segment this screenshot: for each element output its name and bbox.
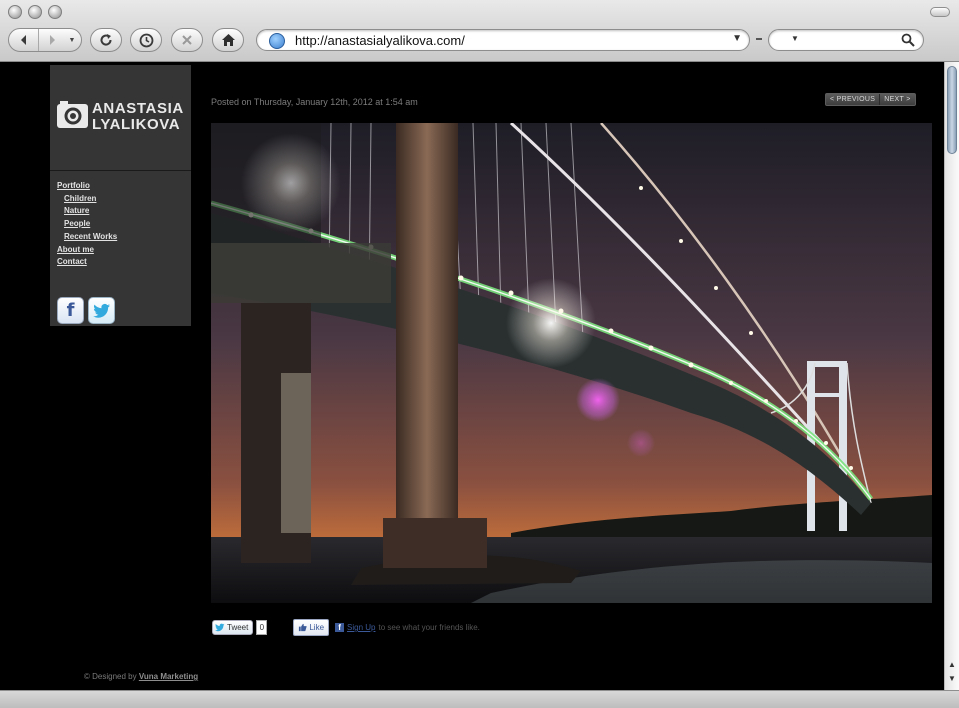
nav-recent-works[interactable]: Recent Works: [57, 231, 117, 244]
stop-x-icon: [182, 35, 192, 45]
friends-text: to see what your friends like.: [378, 623, 480, 632]
footer-prefix: © Designed by: [84, 672, 137, 681]
nav-children[interactable]: Children: [57, 193, 117, 206]
scrollbar-thumb[interactable]: [947, 66, 957, 154]
nav-portfolio[interactable]: Portfolio: [57, 180, 117, 193]
search-engine-dropdown-icon[interactable]: ▼: [791, 34, 799, 43]
scroll-down-icon[interactable]: ▼: [947, 674, 957, 684]
vertical-scrollbar[interactable]: ▲ ▼: [944, 62, 959, 690]
bridge-night-image: [211, 123, 932, 603]
toolbar-separator: [756, 38, 762, 40]
tweet-count: 0: [256, 620, 268, 635]
footer-designer-link[interactable]: Vuna Marketing: [139, 672, 198, 681]
logo-text: ANASTASIA LYALIKOVA: [92, 101, 184, 133]
share-bar: Tweet 0 Like f Sign Up to see what your …: [212, 619, 480, 636]
back-arrow-icon: [20, 35, 26, 45]
twitter-bird-icon: [215, 623, 225, 632]
logo-line-2: LYALIKOVA: [92, 116, 181, 133]
reload-button[interactable]: [90, 28, 122, 52]
home-icon: [221, 34, 235, 46]
like-label: Like: [309, 623, 325, 632]
nav-contact[interactable]: Contact: [57, 256, 117, 269]
search-icon[interactable]: [901, 33, 915, 47]
tweet-button[interactable]: Tweet: [212, 620, 254, 635]
page-viewport: ANASTASIA LYALIKOVA Portfolio Children N…: [0, 62, 944, 690]
bridge-photo[interactable]: [211, 123, 932, 603]
close-window-button[interactable]: [8, 5, 22, 19]
address-url: http://anastasialyalikova.com/: [295, 32, 465, 48]
scroll-up-icon[interactable]: ▲: [947, 660, 957, 670]
like-button[interactable]: Like: [293, 619, 330, 636]
nav-about-me[interactable]: About me: [57, 244, 117, 257]
next-button[interactable]: NEXT >: [879, 94, 914, 105]
post-date: Posted on Thursday, January 12th, 2012 a…: [211, 97, 418, 107]
facebook-icon[interactable]: f: [57, 297, 84, 324]
address-dropdown-icon[interactable]: ▼: [732, 33, 742, 44]
globe-icon: [269, 33, 285, 49]
zoom-window-button[interactable]: [48, 5, 62, 19]
forward-arrow-icon: [50, 35, 55, 45]
back-forward-group: ▼: [8, 28, 82, 52]
thumbs-up-icon: [299, 623, 307, 632]
back-button[interactable]: [9, 29, 39, 51]
stop-button[interactable]: [171, 28, 203, 52]
history-dropdown-icon[interactable]: ▼: [65, 37, 79, 44]
nav-nature[interactable]: Nature: [57, 205, 117, 218]
camera-icon: [57, 101, 88, 128]
site-nav: Portfolio Children Nature People Recent …: [57, 180, 117, 269]
toolbar-toggle-button[interactable]: [930, 7, 950, 17]
minimize-window-button[interactable]: [28, 5, 42, 19]
logo-line-1: ANASTASIA: [92, 100, 184, 117]
social-links: f: [57, 297, 115, 324]
site-logo[interactable]: ANASTASIA LYALIKOVA: [50, 65, 191, 171]
sidebar: ANASTASIA LYALIKOVA Portfolio Children N…: [50, 65, 191, 326]
facebook-small-icon: f: [335, 623, 345, 632]
history-button[interactable]: [130, 28, 162, 52]
nav-people[interactable]: People: [57, 218, 117, 231]
search-field[interactable]: ▼: [768, 29, 924, 51]
clock-icon: [139, 33, 153, 47]
signup-link[interactable]: Sign Up: [347, 623, 375, 632]
twitter-bird-icon: [92, 303, 110, 318]
tweet-label: Tweet: [227, 623, 249, 632]
reload-icon: [100, 34, 112, 46]
twitter-icon[interactable]: [88, 297, 115, 324]
address-bar[interactable]: http://anastasialyalikova.com/ ▼: [256, 29, 750, 51]
forward-button[interactable]: [39, 29, 65, 51]
home-button[interactable]: [212, 28, 244, 52]
previous-button[interactable]: < PREVIOUS: [826, 94, 879, 105]
footer-credit: © Designed by Vuna Marketing: [84, 672, 198, 681]
browser-toolbar: ▼ http://anastasialyalikova.com/ ▼ ▼: [0, 0, 959, 62]
status-bar: [0, 690, 959, 708]
post-pager: < PREVIOUS NEXT >: [825, 93, 916, 106]
